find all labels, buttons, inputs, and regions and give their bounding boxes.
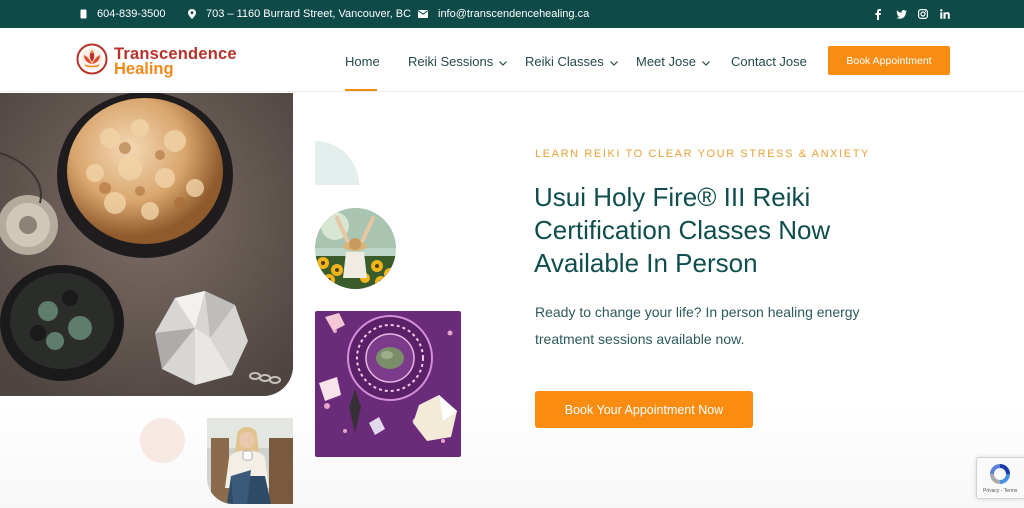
book-your-appointment-button[interactable]: Book Your Appointment Now — [535, 391, 753, 428]
hero-headline-line1: Usui Holy Fire® III Reiki — [534, 182, 811, 212]
phone-link[interactable]: 604-839-3500 — [80, 8, 166, 20]
chevron-down-icon — [702, 54, 710, 69]
email-link[interactable]: info@transcendencehealing.ca — [418, 8, 589, 20]
nav-meet-jose-label: Meet Jose — [636, 54, 696, 69]
hero-headline-line2: Certification Classes Now — [534, 215, 831, 245]
recaptcha-icon — [988, 462, 1012, 491]
chevron-down-icon — [499, 54, 508, 69]
sunflower-field-photo — [315, 208, 396, 289]
site-header: Transcendence Healing Home Reiki Session… — [0, 28, 1024, 92]
nav-reiki-sessions[interactable]: Reiki Sessions — [408, 54, 508, 69]
mandala-crystals-photo — [315, 311, 461, 457]
woman-drinking-tea-photo — [207, 418, 293, 504]
logo-name-line2: Healing — [114, 59, 174, 78]
nav-contact-jose[interactable]: Contact Jose — [731, 54, 807, 69]
recaptcha-privacy-terms[interactable]: Privacy - Terms — [983, 488, 1017, 494]
nav-reiki-classes-label: Reiki Classes — [525, 54, 604, 69]
decorative-circle — [140, 418, 185, 463]
nav-reiki-sessions-label: Reiki Sessions — [408, 54, 494, 69]
top-contact-bar: 604-839-3500 703 – 1160 Burrard Street, … — [0, 0, 1024, 28]
linkedin-icon[interactable] — [938, 7, 952, 21]
phone-icon — [80, 9, 87, 19]
recaptcha-badge[interactable]: Privacy - Terms — [976, 457, 1024, 499]
nav-home-label: Home — [345, 54, 380, 69]
hero-headline-line3: Available In Person — [534, 248, 758, 278]
hero-section: LEARN REIKI TO CLEAR YOUR STRESS & ANXIE… — [0, 93, 1024, 508]
nav-active-indicator — [345, 89, 377, 91]
hero-headline: Usui Holy Fire® III Reiki Certification … — [534, 181, 894, 280]
instagram-icon[interactable] — [916, 7, 930, 21]
decorative-quarter-circle — [315, 141, 359, 185]
email-address: info@transcendencehealing.ca — [438, 8, 590, 20]
crystals-photo — [0, 93, 293, 396]
envelope-icon — [418, 10, 428, 18]
hero-subtext: Ready to change your life? In person hea… — [535, 299, 895, 353]
hero-eyebrow: LEARN REIKI TO CLEAR YOUR STRESS & ANXIE… — [535, 148, 870, 160]
address-link[interactable]: 703 – 1160 Burrard Street, Vancouver, BC — [188, 8, 411, 20]
facebook-icon[interactable] — [871, 7, 885, 21]
address-text: 703 – 1160 Burrard Street, Vancouver, BC — [206, 8, 412, 20]
phone-number: 604-839-3500 — [97, 8, 166, 20]
hero-subtext-line1: Ready to change your life? In person hea… — [535, 304, 860, 320]
book-appointment-button[interactable]: Book Appointment — [828, 46, 950, 75]
nav-contact-jose-label: Contact Jose — [731, 54, 807, 69]
chevron-down-icon — [609, 54, 618, 69]
site-logo[interactable]: Transcendence Healing — [76, 43, 237, 80]
hero-subtext-line2: treatment sessions available now. — [535, 331, 745, 347]
nav-meet-jose[interactable]: Meet Jose — [636, 54, 710, 69]
nav-home[interactable]: Home — [345, 54, 380, 69]
lotus-logo-icon — [76, 43, 108, 80]
nav-reiki-classes[interactable]: Reiki Classes — [525, 54, 618, 69]
map-pin-icon — [188, 9, 196, 19]
twitter-icon[interactable] — [894, 7, 908, 21]
